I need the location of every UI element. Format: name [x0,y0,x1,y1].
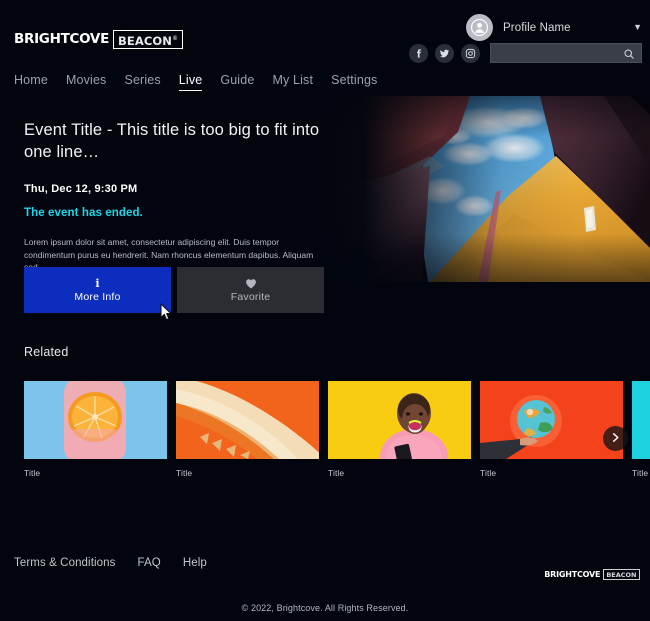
user-avatar-icon [466,14,493,41]
brand-logo[interactable]: BRIGHTCOVE BEACON® [14,29,184,50]
related-carousel: Title Title Title Title Title [0,381,650,499]
card-title: Title [24,468,41,478]
footer-brand-logo: BRIGHTCOVE BEACON [544,569,640,580]
info-icon: i [95,276,100,290]
carousel-next-button[interactable] [603,426,628,451]
thumbnail-image [480,381,623,459]
facebook-icon[interactable] [409,43,428,63]
nav-item-movies[interactable]: Movies [66,73,107,91]
brand-name: BRIGHTCOVE [14,31,109,47]
nav-item-guide[interactable]: Guide [220,73,254,91]
thumbnail-image [24,381,167,459]
social-links [409,43,480,63]
footer-link-terms[interactable]: Terms & Conditions [14,557,116,569]
hero-section: Event Title - This title is too big to f… [0,96,650,282]
hero-actions: i More Info Favorite [24,267,324,313]
profile-name-label: Profile Name [503,21,571,34]
list-item[interactable]: Title [632,381,650,478]
page-title: Event Title - This title is too big to f… [24,121,320,161]
card-title: Title [632,468,649,478]
hero-image [318,96,650,282]
thumbnail-image [632,381,650,459]
app-page: BRIGHTCOVE BEACON® Profile Name ▼ Home M… [0,0,650,621]
heart-icon [245,277,257,289]
nav-item-settings[interactable]: Settings [331,73,377,91]
event-datetime: Thu, Dec 12, 9:30 PM [24,183,138,195]
favorite-button[interactable]: Favorite [177,267,324,313]
footer-brand-name: BRIGHTCOVE [544,569,601,579]
instagram-icon[interactable] [461,43,480,63]
footer-links: Terms & Conditions FAQ Help [14,557,207,569]
list-item[interactable]: Title [328,381,471,478]
site-footer: Terms & Conditions FAQ Help BRIGHTCOVE B… [0,545,650,621]
nav-item-my-list[interactable]: My List [272,73,313,91]
nav-item-series[interactable]: Series [124,73,160,91]
list-item[interactable]: Title [176,381,319,478]
chevron-right-icon [610,430,621,448]
twitter-icon[interactable] [435,43,454,63]
related-section: Related Title Title Title Title Title [0,345,650,499]
related-heading: Related [24,345,69,359]
site-header: BRIGHTCOVE BEACON® Profile Name ▼ Home M… [0,0,650,96]
nav-item-live[interactable]: Live [178,73,203,91]
header-utilities [409,43,650,65]
list-item[interactable]: Title [480,381,623,478]
search-icon[interactable] [623,47,635,65]
favorite-label: Favorite [230,291,271,303]
card-title: Title [328,468,345,478]
event-status-text: The event has ended. [24,207,143,219]
profile-menu[interactable]: Profile Name ▼ [466,14,642,41]
copyright-text: © 2022, Brightcove. All Rights Reserved. [241,603,409,613]
card-title: Title [176,468,193,478]
footer-link-faq[interactable]: FAQ [138,557,161,569]
hero-details: Event Title - This title is too big to f… [24,119,324,274]
more-info-button[interactable]: i More Info [24,267,171,313]
more-info-label: More Info [74,291,121,303]
search-bar[interactable] [490,43,650,65]
nav-item-home[interactable]: Home [14,73,48,91]
brand-product: BEACON® [113,29,184,50]
main-nav: Home Movies Series Live Guide My List Se… [14,73,377,91]
card-title: Title [480,468,497,478]
carousel-track: Title Title Title Title Title [0,381,650,478]
thumbnail-image [328,381,471,459]
footer-link-help[interactable]: Help [183,557,207,569]
chevron-down-icon[interactable]: ▼ [633,23,642,32]
list-item[interactable]: Title [24,381,167,478]
thumbnail-image [176,381,319,459]
footer-brand-product: BEACON [602,569,640,580]
